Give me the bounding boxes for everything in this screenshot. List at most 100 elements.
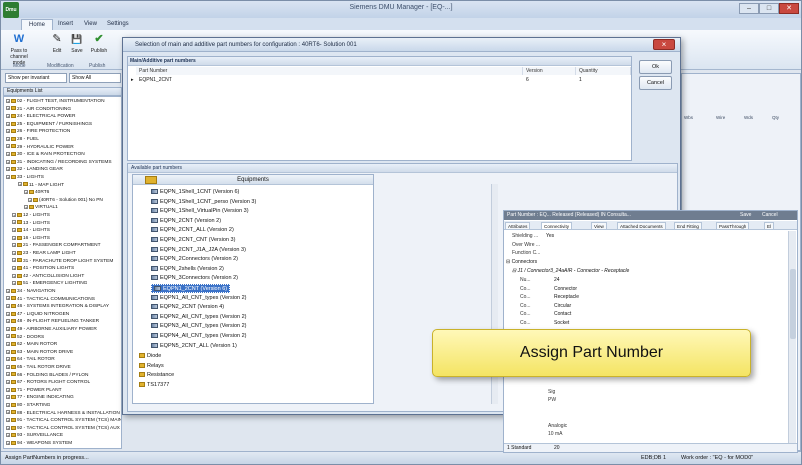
- tree-item[interactable]: +94 - WEAPONS SYSTEM: [6, 440, 72, 447]
- cell-part-number[interactable]: EQPN1_2CNT: [136, 76, 523, 84]
- tree-item[interactable]: +13 - LIGHTS: [12, 220, 50, 227]
- tree-item[interactable]: +21 - PASSENGER COMPARTMENT: [12, 242, 101, 249]
- tree-item[interactable]: +21 - AIR CONDITIONING: [6, 106, 71, 113]
- dialog-close-button[interactable]: ×: [653, 39, 675, 50]
- detail-tab[interactable]: End Fitting: [674, 222, 702, 230]
- tree-item[interactable]: +47 - LIQUID NITROGEN: [6, 311, 69, 318]
- connectors-group[interactable]: ⊟ Connectors: [506, 258, 537, 266]
- expand-icon[interactable]: +: [6, 303, 10, 308]
- expand-icon[interactable]: +: [6, 136, 10, 141]
- tree-item[interactable]: +52 - DOORS: [6, 334, 44, 341]
- tab-wbs[interactable]: Wbs: [684, 114, 693, 122]
- part-number-item[interactable]: EQPN_1Shell_1CNT_perso (Version 3): [151, 198, 256, 207]
- expand-icon[interactable]: +: [6, 296, 10, 301]
- folder-item[interactable]: Relays: [139, 362, 164, 371]
- column-version[interactable]: Version: [523, 67, 576, 75]
- detail-tab[interactable]: Connectivity: [541, 222, 573, 230]
- property-row[interactable]: Nu... 24: [520, 276, 784, 284]
- tree-item[interactable]: +91 - TACTICAL CONTROL SYSTEM (TCS) MAIN: [6, 417, 121, 424]
- tree-item[interactable]: +51 - EMERGENCY LIGHTING: [12, 280, 87, 287]
- tree-item[interactable]: +77 - ENGINE INDICATING: [6, 394, 74, 401]
- expand-icon[interactable]: +: [6, 433, 10, 438]
- expand-icon[interactable]: +: [12, 273, 16, 278]
- property-row[interactable]: PW: [548, 396, 784, 404]
- part-number-item[interactable]: EQPN5_2CNT_ALL (Version 1): [151, 342, 237, 351]
- expand-icon[interactable]: +: [6, 341, 10, 346]
- maximize-button[interactable]: □: [759, 3, 779, 14]
- expand-icon[interactable]: +: [12, 250, 16, 255]
- property-row[interactable]: Function C...: [512, 249, 784, 257]
- invariant-select[interactable]: Show per invariant: [5, 73, 67, 83]
- tree-item[interactable]: +64 - TAIL ROTOR: [6, 356, 55, 363]
- tree-item[interactable]: +41 - TACTICAL COMMUNICATIONS: [6, 296, 95, 303]
- part-number-item[interactable]: EQPN_2shells (Version 2): [151, 265, 224, 274]
- property-row[interactable]: Co... Receptacle: [520, 293, 784, 301]
- tree-item[interactable]: +92 - TACTICAL CONTROL SYSTEM (TCS) AUX: [6, 425, 120, 432]
- cell-version[interactable]: 6: [523, 76, 576, 84]
- detail-tab[interactable]: View: [591, 222, 607, 230]
- pass-to-channel-mode-button[interactable]: W Pass to channel mode: [5, 32, 33, 66]
- expand-icon[interactable]: +: [6, 167, 10, 172]
- tree-item[interactable]: +93 - SURVEILLANCE: [6, 432, 63, 439]
- expand-icon[interactable]: +: [12, 281, 16, 286]
- column-part-number[interactable]: Part Number: [136, 67, 523, 75]
- part-number-item[interactable]: EQPN3_All_CNT_types (Version 2): [151, 322, 247, 331]
- tree-item[interactable]: +26 - FIRE PROTECTION: [6, 128, 70, 135]
- expand-icon[interactable]: +: [6, 319, 10, 324]
- expand-icon[interactable]: +: [6, 144, 10, 149]
- property-row[interactable]: Shielding ... Yes: [512, 232, 784, 240]
- tree-item[interactable]: +46 - SYSTEMS INTEGRATION & DISPLAY: [6, 303, 109, 310]
- tree-item[interactable]: +80 - STARTING: [6, 402, 50, 409]
- part-number-item[interactable]: EQPN_2Connectors (Version 2): [151, 255, 238, 264]
- tab-wds[interactable]: Wds: [744, 114, 753, 122]
- expand-icon[interactable]: +: [6, 288, 10, 293]
- expand-icon[interactable]: +: [6, 425, 10, 430]
- tree-item[interactable]: +66 - FOLDING BLADES / PYLON: [6, 372, 88, 379]
- tree-item[interactable]: +67 - ROTORS FLIGHT CONTROL: [6, 379, 90, 386]
- tree-item[interactable]: +02 - FLIGHT TEST, INSTRUMENTATION: [6, 98, 105, 105]
- row-expander-icon[interactable]: ▸: [128, 76, 136, 84]
- ok-button[interactable]: Ok: [639, 60, 672, 74]
- expand-icon[interactable]: +: [12, 227, 16, 232]
- connector-node[interactable]: ⊟ J1 / Connector3_24aAIR - Connector - R…: [512, 267, 629, 275]
- tree-item[interactable]: +62 - MAIN ROTOR: [6, 341, 57, 348]
- tree-item[interactable]: +41 - POSITION LIGHTS: [12, 265, 74, 272]
- minimize-button[interactable]: –: [739, 3, 759, 14]
- property-row[interactable]: Co... Connector: [520, 285, 784, 293]
- detail-tab[interactable]: Attributes: [505, 222, 531, 230]
- equipments-part-tree[interactable]: Equipments EQPN_1Shell_1CNT (Version 6) E…: [132, 174, 374, 404]
- tree-item[interactable]: +25 - EQUIPMENT / FURNISHINGS: [6, 121, 92, 128]
- detail-scrollbar[interactable]: [788, 231, 796, 443]
- expand-icon[interactable]: +: [6, 440, 10, 445]
- folder-item[interactable]: Diode: [139, 352, 161, 361]
- tree-item[interactable]: +29 - HYDRAULIC POWER: [6, 144, 74, 151]
- expand-icon[interactable]: +: [6, 113, 10, 118]
- property-row[interactable]: Co... Contact: [520, 310, 784, 318]
- expand-icon[interactable]: +: [6, 106, 10, 111]
- tree-item[interactable]: +31 - INDICATING / RECORDING SYSTEMS: [6, 159, 112, 166]
- tree-item[interactable]: +49 - AIRBORNE AUXILIARY POWER: [6, 326, 97, 333]
- part-number-item-selected[interactable]: EQPN1_2CNT (Version 6): [151, 284, 231, 293]
- expand-icon[interactable]: +: [6, 364, 10, 369]
- part-number-item[interactable]: EQPN4_All_CNT_types (Version 2): [151, 332, 247, 341]
- tree-item[interactable]: +34 - NAVIGATION: [6, 288, 55, 295]
- tree-item[interactable]: +32 - LANDING GEAR: [6, 166, 63, 173]
- tab-insert[interactable]: Insert: [51, 19, 80, 30]
- property-row[interactable]: Sig: [548, 388, 784, 396]
- tree-item[interactable]: +30 - ICE & RAIN PROTECTION: [6, 151, 85, 158]
- tab-home[interactable]: Home: [21, 19, 54, 30]
- part-number-item[interactable]: EQPN_3Connectors (Version 2): [151, 274, 238, 283]
- expand-icon[interactable]: +: [6, 311, 10, 316]
- tree-item[interactable]: +71 - POWER PLANT: [6, 387, 62, 394]
- part-number-item[interactable]: EQPN2_2CNT (Version 4): [151, 303, 224, 312]
- expand-icon[interactable]: +: [28, 197, 32, 202]
- expand-icon[interactable]: +: [12, 212, 16, 217]
- expand-icon[interactable]: +: [6, 387, 10, 392]
- expand-icon[interactable]: +: [18, 182, 22, 187]
- detail-tab[interactable]: El: [764, 222, 775, 230]
- tree-item[interactable]: +28 - FUEL: [6, 136, 39, 143]
- property-row[interactable]: 10 mA: [548, 430, 784, 438]
- expand-icon[interactable]: +: [6, 121, 10, 126]
- equipments-tree[interactable]: +02 - FLIGHT TEST, INSTRUMENTATION +21 - …: [3, 96, 122, 449]
- column-quantity[interactable]: Quantity: [576, 67, 631, 75]
